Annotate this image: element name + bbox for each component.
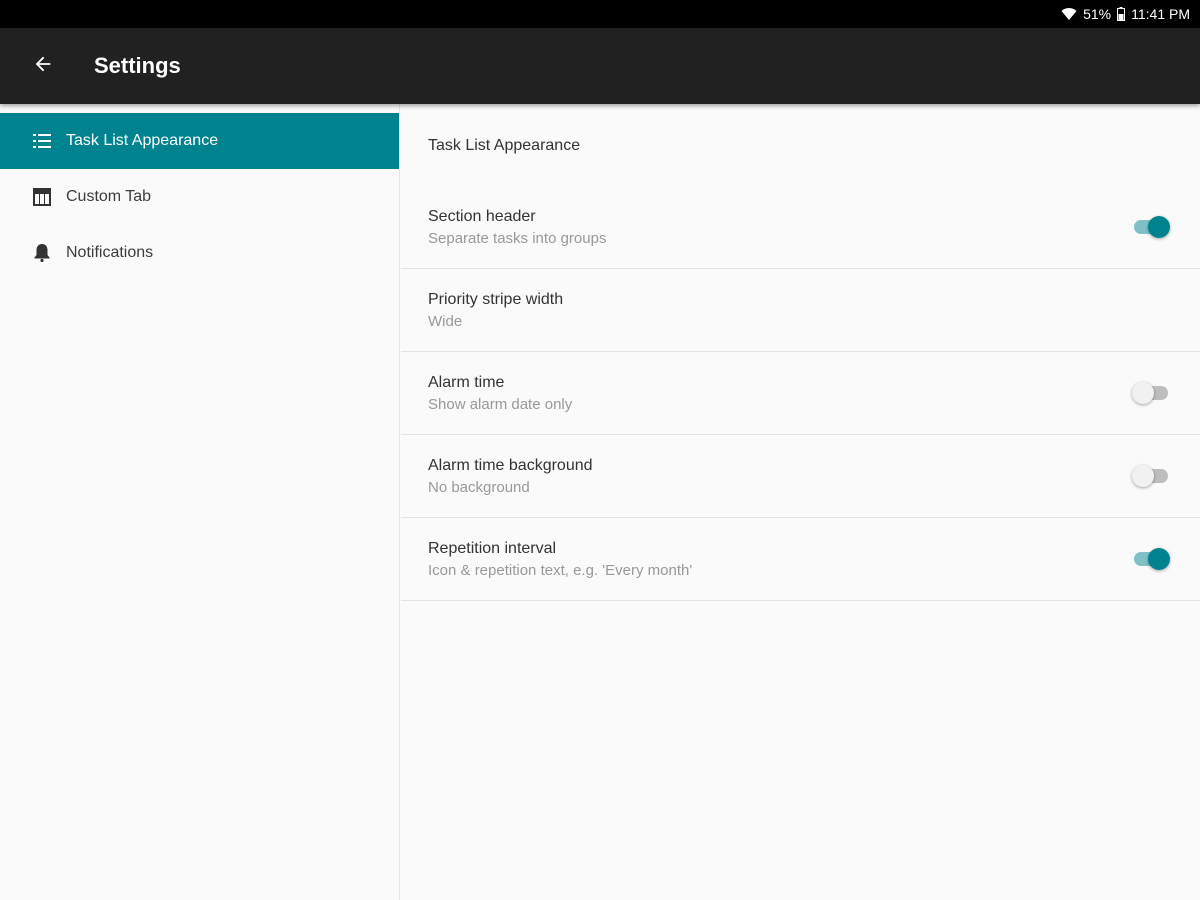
pref-summary: No background bbox=[428, 478, 530, 496]
pref-title: Repetition interval bbox=[428, 539, 557, 557]
pref-title: Priority stripe width bbox=[428, 290, 564, 308]
pref-section-header[interactable]: Section header Separate tasks into group… bbox=[401, 186, 1200, 269]
sidebar-item-custom-tab[interactable]: Custom Tab bbox=[0, 169, 399, 225]
settings-sidebar: Task List Appearance Custom Tab Notifica… bbox=[0, 104, 400, 900]
pref-summary: Separate tasks into groups bbox=[428, 229, 607, 247]
pref-alarm-time-background[interactable]: Alarm time background No background bbox=[401, 435, 1200, 518]
alarm-time-switch[interactable] bbox=[1132, 381, 1170, 405]
pref-title: Alarm time bbox=[428, 373, 505, 391]
pref-summary: Show alarm date only bbox=[428, 395, 573, 413]
sidebar-item-notifications[interactable]: Notifications bbox=[0, 225, 399, 281]
alarm-time-background-switch[interactable] bbox=[1132, 464, 1170, 488]
sidebar-item-label: Task List Appearance bbox=[66, 132, 219, 149]
pref-repetition-interval[interactable]: Repetition interval Icon & repetition te… bbox=[401, 518, 1200, 601]
page-title: Settings bbox=[94, 53, 181, 78]
section-header-switch[interactable] bbox=[1132, 215, 1170, 239]
arrow-back-icon bbox=[32, 53, 54, 80]
repetition-interval-switch[interactable] bbox=[1132, 547, 1170, 571]
bell-icon bbox=[32, 243, 52, 263]
pref-title: Section header bbox=[428, 207, 536, 225]
app-bar: Settings bbox=[0, 28, 1200, 104]
section-title: Task List Appearance bbox=[428, 137, 581, 154]
sidebar-item-label: Notifications bbox=[66, 244, 154, 261]
back-button[interactable] bbox=[21, 44, 65, 88]
pref-alarm-time[interactable]: Alarm time Show alarm date only bbox=[401, 352, 1200, 435]
wifi-icon bbox=[1061, 7, 1077, 21]
table-icon bbox=[32, 187, 52, 207]
sidebar-item-label: Custom Tab bbox=[66, 188, 152, 205]
list-icon bbox=[32, 131, 52, 151]
settings-content: Task List Appearance Section header Sepa… bbox=[401, 104, 1200, 900]
pref-summary: Icon & repetition text, e.g. 'Every mont… bbox=[428, 561, 693, 579]
clock: 11:41 PM bbox=[1131, 6, 1190, 22]
status-bar: 51% 11:41 PM bbox=[0, 0, 1200, 28]
battery-icon bbox=[1117, 7, 1126, 21]
battery-percent: 51% bbox=[1083, 6, 1112, 22]
pref-title: Alarm time background bbox=[428, 456, 593, 474]
pref-summary: Wide bbox=[428, 312, 463, 330]
sidebar-item-task-list-appearance[interactable]: Task List Appearance bbox=[0, 113, 399, 169]
pref-priority-stripe-width[interactable]: Priority stripe width Wide bbox=[401, 269, 1200, 352]
